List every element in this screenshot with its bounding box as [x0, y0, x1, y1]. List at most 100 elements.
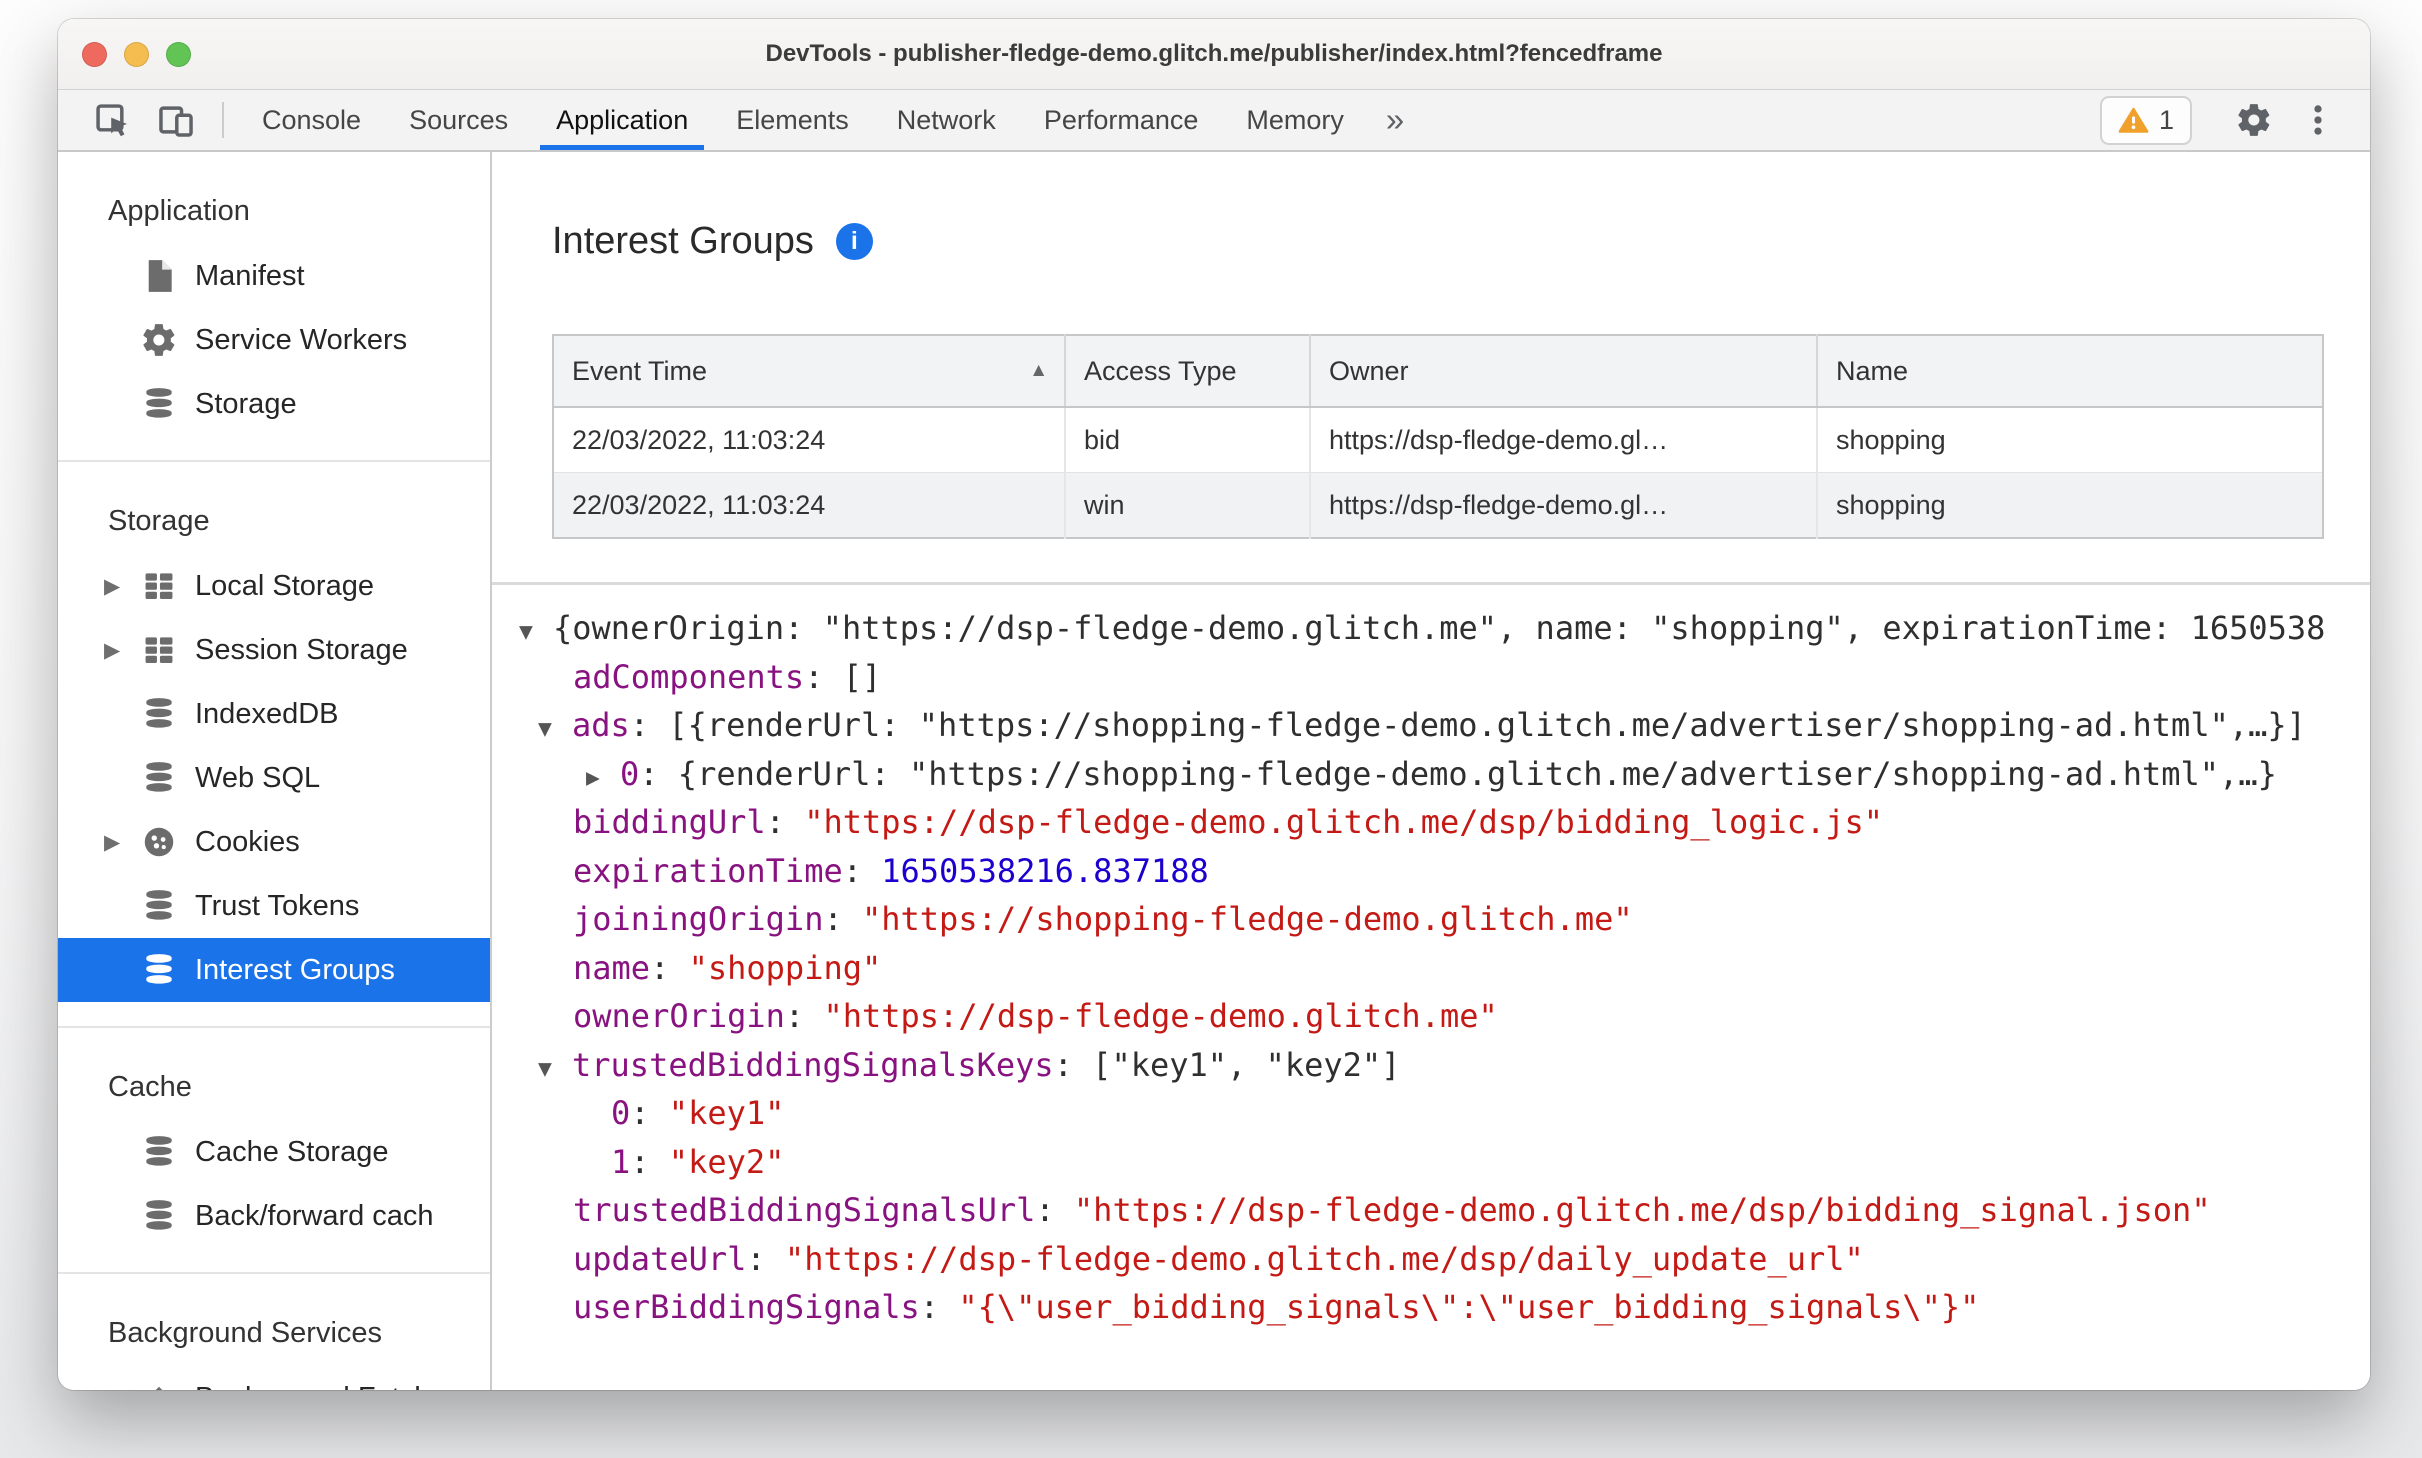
sidebar-item-indexeddb[interactable]: IndexedDB	[58, 682, 490, 746]
table-cell: https://dsp-fledge-demo.gl…	[1310, 407, 1818, 473]
property-value: : {renderUrl: "https://shopping-fledge-d…	[639, 754, 2277, 793]
expand-arrow-icon[interactable]: ▶	[586, 754, 620, 803]
sidebar-item-back-forward-cach[interactable]: Back/forward cach	[58, 1184, 490, 1248]
expand-arrow-icon[interactable]: ▶	[104, 574, 140, 599]
sidebar-item-label: Cache Storage	[195, 1135, 389, 1168]
tree-line[interactable]: biddingUrl: "https://dsp-fledge-demo.gli…	[519, 798, 2370, 847]
property-value: "{\"user_bidding_signals\":\"user_biddin…	[958, 1288, 1980, 1326]
tab-console[interactable]: Console	[238, 90, 385, 150]
sidebar-item-trust-tokens[interactable]: Trust Tokens	[58, 874, 490, 938]
sidebar-item-service-workers[interactable]: Service Workers	[58, 308, 490, 372]
tree-line[interactable]: 0: "key1"	[519, 1089, 2370, 1138]
device-toolbar-icon[interactable]	[144, 90, 208, 150]
database-icon	[140, 385, 178, 423]
sidebar-item-cache-storage[interactable]: Cache Storage	[58, 1120, 490, 1184]
tab-sources[interactable]: Sources	[385, 90, 532, 150]
column-header-event-time[interactable]: Event Time ▲	[553, 335, 1066, 408]
zoom-button[interactable]	[166, 41, 191, 67]
expand-arrow-icon[interactable]: ▶	[104, 830, 140, 855]
tree-line[interactable]: adComponents: []	[519, 653, 2370, 702]
toolbar-right: 1	[2099, 90, 2350, 150]
property-value: : []	[804, 657, 882, 696]
sidebar-item-cookies[interactable]: ▶ Cookies	[58, 810, 490, 874]
sidebar-item-interest-groups[interactable]: Interest Groups	[58, 938, 490, 1002]
panel-title-row: Interest Groups i	[552, 220, 873, 263]
sidebar-item-label: Background Fetch	[195, 1382, 430, 1391]
tab-memory[interactable]: Memory	[1222, 90, 1368, 150]
column-header-name[interactable]: Name	[1817, 335, 2323, 408]
info-icon[interactable]: i	[835, 223, 873, 260]
property-value: :	[919, 1288, 959, 1326]
tree-line[interactable]: trustedBiddingSignalsUrl: "https://dsp-f…	[519, 1186, 2370, 1235]
table-tree-splitter[interactable]	[492, 582, 2370, 585]
tree-line[interactable]: ▶ 0: {renderUrl: "https://shopping-fledge…	[519, 750, 2370, 799]
tree-line[interactable]: ▼ {ownerOrigin: "https://dsp-fledge-demo.…	[519, 604, 2370, 653]
expand-arrow-icon[interactable]: ▶	[104, 638, 140, 663]
sidebar-item-label: Back/forward cach	[195, 1199, 434, 1232]
more-tabs-button[interactable]: »	[1368, 90, 1422, 150]
sidebar-item-label: Manifest	[195, 259, 305, 292]
minimize-button[interactable]	[124, 41, 149, 67]
property-name: ads	[572, 706, 630, 744]
close-button[interactable]	[82, 41, 107, 67]
property-value: "key1"	[668, 1094, 785, 1132]
tab-performance[interactable]: Performance	[1020, 90, 1223, 150]
sidebar-item-label: Trust Tokens	[195, 889, 360, 922]
property-name: expirationTime	[573, 851, 843, 890]
property-value: "key2"	[668, 1142, 785, 1181]
application-sidebar: Application Manifest Service Workers Storag…	[58, 152, 492, 1390]
tree-line[interactable]: userBiddingSignals: "{\"user_bidding_sig…	[519, 1283, 2370, 1332]
property-name: trustedBiddingSignalsKeys	[572, 1045, 1054, 1084]
sidebar-item-local-storage[interactable]: ▶ Local Storage	[58, 554, 490, 618]
database-icon	[140, 759, 178, 797]
tree-line[interactable]: updateUrl: "https://dsp-fledge-demo.glit…	[519, 1235, 2370, 1284]
property-value: "https://dsp-fledge-demo.glitch.me"	[823, 997, 1498, 1035]
sidebar-item-web-sql[interactable]: Web SQL	[58, 746, 490, 810]
column-label: Event Time	[572, 355, 708, 386]
table-cell: shopping	[1817, 472, 2323, 538]
table-icon	[140, 567, 178, 605]
column-header-owner[interactable]: Owner	[1310, 335, 1818, 408]
property-value: :	[765, 803, 805, 841]
settings-gear-icon[interactable]	[2222, 101, 2286, 139]
tab-application[interactable]: Application	[532, 90, 712, 150]
sidebar-item-label: IndexedDB	[195, 697, 339, 730]
issues-badge[interactable]: 1	[2099, 95, 2192, 145]
kebab-menu-icon[interactable]	[2286, 101, 2350, 139]
sidebar-item-label: Cookies	[195, 825, 300, 858]
inspect-element-icon[interactable]	[80, 90, 144, 150]
sidebar-item-label: Interest Groups	[195, 953, 395, 986]
sidebar-item-manifest[interactable]: Manifest	[58, 244, 490, 308]
column-header-access-type[interactable]: Access Type	[1065, 335, 1311, 408]
page-title: Interest Groups	[552, 220, 814, 262]
collapse-arrow-icon[interactable]: ▼	[538, 1045, 572, 1094]
property-value: 1650538216.837188	[881, 851, 1209, 890]
tree-line[interactable]: joiningOrigin: "https://shopping-fledge-…	[519, 895, 2370, 944]
sidebar-section-storage: Storage ▶ Local Storage ▶ Session Storage Ind…	[58, 462, 490, 1028]
tree-line[interactable]: expirationTime: 1650538216.837188	[519, 847, 2370, 896]
collapse-arrow-icon[interactable]: ▼	[519, 608, 553, 657]
column-label: Owner	[1329, 355, 1409, 386]
devtools-content: Application Manifest Service Workers Storag…	[58, 152, 2370, 1390]
traffic-lights	[82, 19, 191, 89]
property-value: "shopping"	[688, 948, 882, 987]
collapse-arrow-icon[interactable]: ▼	[538, 705, 572, 754]
tab-elements[interactable]: Elements	[712, 90, 873, 150]
tree-line[interactable]: ▼ trustedBiddingSignalsKeys: ["key1", "ke…	[519, 1041, 2370, 1090]
property-value: "https://dsp-fledge-demo.glitch.me/dsp/d…	[784, 1239, 1864, 1278]
property-value: {ownerOrigin: "https://dsp-fledge-demo.g…	[553, 609, 2326, 647]
tree-line[interactable]: ownerOrigin: "https://dsp-fledge-demo.gl…	[519, 992, 2370, 1041]
tree-line[interactable]: ▼ ads: [{renderUrl: "https://shopping-fle…	[519, 701, 2370, 750]
property-name: biddingUrl	[573, 803, 766, 841]
sidebar-item-background-fetch[interactable]: Background Fetch	[58, 1366, 490, 1390]
tree-line[interactable]: name: "shopping"	[519, 944, 2370, 993]
table-cell: 22/03/2022, 11:03:24	[553, 407, 1066, 473]
column-label: Access Type	[1084, 355, 1237, 386]
table-row[interactable]: 22/03/2022, 11:03:24 bid https://dsp-fledg…	[553, 407, 2323, 473]
table-row[interactable]: 22/03/2022, 11:03:24 win https://dsp-fledg…	[553, 472, 2323, 538]
sidebar-item-session-storage[interactable]: ▶ Session Storage	[58, 618, 490, 682]
tab-network[interactable]: Network	[873, 90, 1020, 150]
devtools-window: DevTools - publisher-fledge-demo.glitch.…	[58, 19, 2370, 1390]
tree-line[interactable]: 1: "key2"	[519, 1138, 2370, 1187]
sidebar-item-storage[interactable]: Storage	[58, 372, 490, 436]
